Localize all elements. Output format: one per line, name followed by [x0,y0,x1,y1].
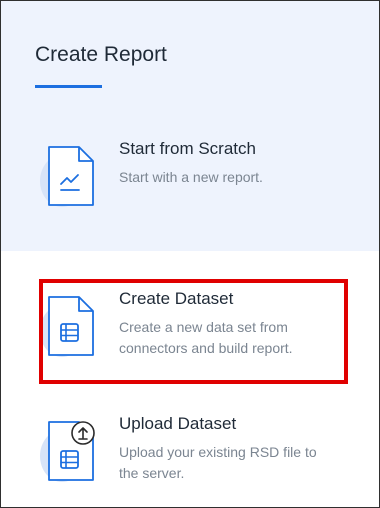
option-title: Create Dataset [119,289,234,308]
upload-dataset-icon [40,421,95,482]
start-from-scratch-option[interactable]: Start from Scratch Start with a new repo… [1,131,379,231]
create-dataset-option[interactable]: Create Dataset Create a new data set fro… [1,281,379,381]
dataset-icon [40,296,94,357]
title-underline [35,85,102,88]
create-report-panel: Create Report Start from Scratch Start w… [0,0,380,508]
option-description: Create a new data set from connectors an… [119,319,293,356]
option-title: Upload Dataset [119,414,237,433]
option-description: Start with a new report. [119,169,263,185]
upload-dataset-option[interactable]: Upload Dataset Upload your existing RSD … [1,406,379,506]
report-chart-icon [40,146,94,207]
option-title: Start from Scratch [119,139,256,158]
page-title: Create Report [35,43,167,66]
option-description: Upload your existing RSD file to the ser… [119,444,317,481]
